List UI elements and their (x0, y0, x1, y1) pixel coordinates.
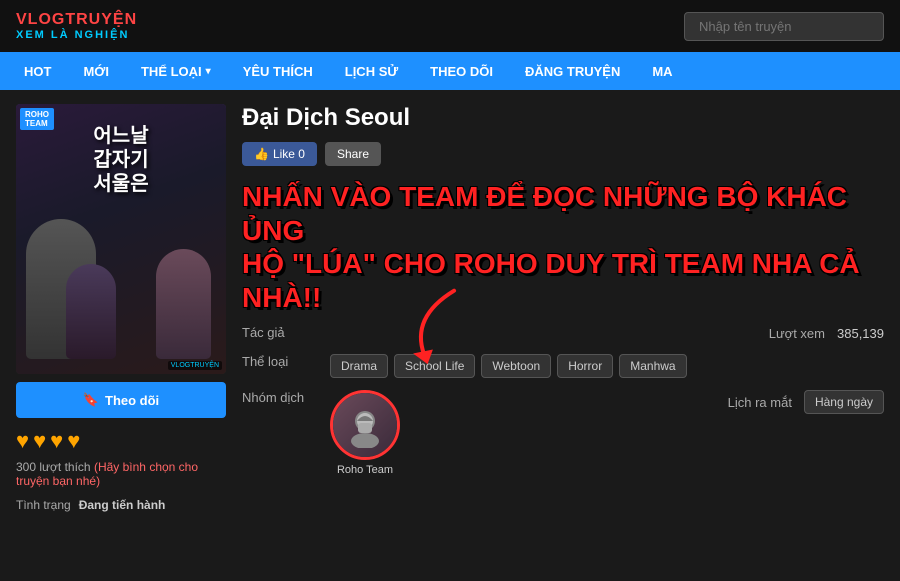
share-button[interactable]: Share (325, 142, 381, 166)
chevron-down-icon: ▾ (206, 66, 211, 77)
roho-team-badge: ROHOTEAM (20, 108, 54, 130)
heart-3: ♥ (50, 428, 63, 454)
promo-text: NHẤN VÀO TEAM ĐỂ ĐỌC NHỮNG BỘ KHÁC ỦNGHỘ… (242, 180, 884, 314)
header: VLOGTRUYỆN XEM LÀ NGHIỆN (0, 0, 900, 52)
follow-button[interactable]: 🔖 Theo dõi (16, 382, 226, 418)
thumbs-up-icon: 👍 (254, 147, 269, 161)
genre-label: Thể loại (242, 354, 322, 369)
views-info: Lượt xem 385,139 (563, 324, 884, 342)
group-label: Nhóm dịch (242, 390, 322, 405)
action-buttons: 👍 Like 0 Share (242, 142, 884, 166)
cover-image: 어느날갑자기서울은 ROHOTEAM VLOGTRUYỆN (16, 104, 226, 374)
group-name: Roho Team (330, 464, 400, 476)
tag-school-life[interactable]: School Life (394, 354, 475, 378)
genre-tags: Drama School Life Webtoon Horror Manhwa (330, 354, 687, 378)
hearts-rating: ♥ ♥ ♥ ♥ (16, 428, 226, 454)
status-value: Đang tiến hành (79, 498, 166, 512)
logo: VLOGTRUYỆN XEM LÀ NGHIỆN (16, 10, 137, 42)
group-schedule-row: Nhóm dịch (242, 390, 884, 476)
tag-webtoon[interactable]: Webtoon (481, 354, 551, 378)
rating-info: 300 lượt thích (Hãy bình chọn cho truyện… (16, 460, 226, 488)
nav-lich-su[interactable]: LỊCH SỬ (329, 52, 414, 90)
nav-dang-truyen[interactable]: ĐĂNG TRUYỆN (509, 52, 636, 90)
logo-sub: XEM LÀ NGHIỆN (16, 29, 137, 42)
manga-art: 어느날갑자기서울은 ROHOTEAM VLOGTRUYỆN (16, 104, 226, 374)
tag-manhwa[interactable]: Manhwa (619, 354, 686, 378)
logo-area[interactable]: VLOGTRUYỆN XEM LÀ NGHIỆN (16, 10, 137, 42)
tag-drama[interactable]: Drama (330, 354, 388, 378)
logo-main: VLOGTRUYỆN (16, 10, 137, 29)
cover-title: 어느날갑자기서울은 (16, 124, 226, 196)
right-panel: Đại Dịch Seoul 👍 Like 0 Share NHẤN VÀO T… (242, 104, 884, 512)
search-input[interactable] (684, 12, 884, 41)
promo-section: NHẤN VÀO TEAM ĐỂ ĐỌC NHỮNG BỘ KHÁC ỦNGHỘ… (242, 180, 884, 314)
group-info: Nhóm dịch (242, 390, 563, 476)
nav-hot[interactable]: HOT (8, 52, 67, 90)
manga-title: Đại Dịch Seoul (242, 104, 884, 132)
heart-4: ♥ (67, 428, 80, 454)
nav-the-loai[interactable]: THỂ LOẠI ▾ (125, 52, 227, 90)
translator-avatar[interactable] (330, 390, 400, 460)
status-row: Tình trạng Đang tiến hành (16, 498, 226, 512)
navbar: HOT MỚI THỂ LOẠI ▾ YÊU THÍCH LỊCH SỬ THE… (0, 52, 900, 90)
schedule-info: Lịch ra mắt Hàng ngày (563, 390, 884, 414)
left-panel: 어느날갑자기서울은 ROHOTEAM VLOGTRUYỆN 🔖 Theo dõi… (16, 104, 226, 512)
likes-count: 300 lượt thích (16, 460, 91, 474)
genre-row: Thể loại Drama School Life Webtoon Horro… (242, 354, 884, 378)
views-value: 385,139 (837, 326, 884, 341)
nav-ma[interactable]: MA (636, 52, 688, 90)
avatar-image (333, 393, 397, 457)
views-label: Lượt xem (769, 326, 825, 341)
author-info: Tác giả (242, 324, 563, 342)
author-label: Tác giả (242, 325, 285, 340)
nav-theo-doi[interactable]: THEO DÕI (414, 52, 509, 90)
heart-2: ♥ (33, 428, 46, 454)
heart-1: ♥ (16, 428, 29, 454)
author-views-row: Tác giả Lượt xem 385,139 (242, 324, 884, 342)
vlogtruyenvn-badge: VLOGTRUYỆN (168, 361, 222, 370)
nav-moi[interactable]: MỚI (67, 52, 125, 90)
schedule-value[interactable]: Hàng ngày (804, 390, 884, 414)
status-label: Tình trạng (16, 498, 71, 512)
translator-group: Roho Team (330, 390, 400, 476)
nav-yeu-thich[interactable]: YÊU THÍCH (227, 52, 329, 90)
like-button[interactable]: 👍 Like 0 (242, 142, 317, 166)
info-section: Tác giả Lượt xem 385,139 Thể loại Drama … (242, 324, 884, 476)
bookmark-icon: 🔖 (83, 392, 99, 408)
main-content: 어느날갑자기서울은 ROHOTEAM VLOGTRUYỆN 🔖 Theo dõi… (0, 90, 900, 526)
schedule-label: Lịch ra mắt (728, 395, 792, 410)
tag-horror[interactable]: Horror (557, 354, 613, 378)
